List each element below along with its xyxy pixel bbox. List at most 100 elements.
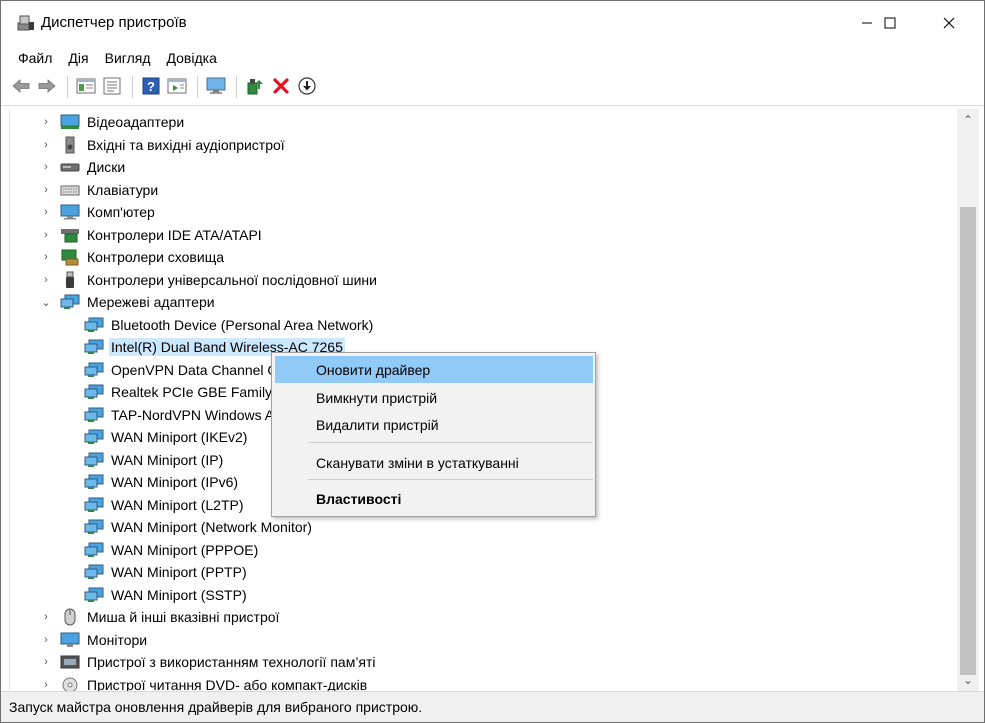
tree-category-label: Контролери універсальної послідовної шин… [87, 272, 377, 288]
scroll-up-icon[interactable]: ⌃ [957, 109, 979, 131]
properties-button[interactable] [100, 75, 124, 99]
scrollbar-thumb[interactable] [960, 207, 976, 675]
tree-category-label: Мережеві адаптери [87, 294, 215, 310]
chevron-right-icon[interactable]: › [40, 201, 52, 223]
tree-device[interactable]: WAN Miniport (Network Monitor) [84, 516, 314, 538]
tree-device[interactable]: WAN Miniport (SSTP) [84, 584, 249, 606]
tree-category[interactable]: › Клавіатури [40, 179, 160, 201]
tree-category[interactable]: › Вхідні та вихідні аудіопристрої [40, 134, 287, 156]
menu-help[interactable]: Довідка [159, 47, 225, 69]
tree-category-label: Комп'ютер [87, 204, 155, 220]
status-text: Запуск майстра оновлення драйверів для в… [9, 699, 423, 715]
tree-device-label: WAN Miniport (IP) [111, 452, 224, 468]
tree-category-label: Відеоадаптери [87, 114, 185, 130]
tree-category-label: Пристрої читання DVD- або компакт-дисків [87, 677, 368, 691]
back-icon [11, 78, 31, 97]
enable-device-button[interactable] [295, 75, 319, 99]
back-button[interactable] [9, 75, 33, 99]
menu-item-update-driver[interactable]: Оновити драйвер [275, 356, 593, 383]
maximize-button[interactable] [867, 1, 913, 45]
tree-device[interactable]: WAN Miniport (PPTP) [84, 561, 249, 583]
chevron-down-icon[interactable]: ⌄ [40, 291, 52, 313]
keyboard-icon [60, 181, 80, 199]
menu-action[interactable]: Дія [60, 47, 96, 69]
display-adapter-icon [60, 113, 80, 131]
dvd-drive-icon [60, 676, 80, 691]
tree-category[interactable]: › Монітори [40, 629, 149, 651]
network-adapter-icon [84, 406, 104, 424]
tree-category[interactable]: › Миша й інші вказівні пристрої [40, 606, 281, 628]
tree-device[interactable]: WAN Miniport (IP) [84, 449, 225, 471]
network-adapter-icon [84, 563, 104, 581]
menu-item-scan-hardware[interactable]: Сканувати зміни в устаткуванні [275, 449, 593, 476]
tree-category-expanded[interactable]: ⌄ Мережеві адаптери [40, 291, 217, 313]
monitor-icon [60, 631, 80, 649]
tree-category[interactable]: › Пристрої читання DVD- або компакт-диск… [40, 674, 369, 691]
tree-category[interactable]: › Пристрої з використанням технології па… [40, 651, 378, 673]
menu-item-properties[interactable]: Властивості [275, 485, 593, 512]
scroll-down-icon[interactable]: ⌄ [957, 669, 979, 691]
chevron-right-icon[interactable]: › [40, 651, 52, 673]
tree-category-label: Клавіатури [87, 182, 159, 198]
action-pane-button[interactable] [165, 75, 189, 99]
vertical-scrollbar[interactable]: ⌃ ⌄ [957, 109, 979, 691]
toolbar-separator [197, 76, 198, 98]
chevron-right-icon[interactable]: › [40, 269, 52, 291]
tree-category[interactable]: › Комп'ютер [40, 201, 157, 223]
tree-device-label: WAN Miniport (PPTP) [111, 564, 247, 580]
chevron-right-icon[interactable]: › [40, 134, 52, 156]
tree-device[interactable]: WAN Miniport (L2TP) [84, 494, 246, 516]
tree-category-label: Вхідні та вихідні аудіопристрої [87, 137, 285, 153]
network-adapter-icon [84, 428, 104, 446]
chevron-right-icon[interactable]: › [40, 606, 52, 628]
menu-view[interactable]: Вигляд [97, 47, 159, 69]
chevron-right-icon[interactable]: › [40, 629, 52, 651]
svg-text:?: ? [147, 79, 155, 94]
toolbar: ? [1, 71, 984, 103]
chevron-right-icon[interactable]: › [40, 111, 52, 133]
chevron-right-icon[interactable]: › [40, 246, 52, 268]
tree-device-label: WAN Miniport (SSTP) [111, 587, 247, 603]
scan-hardware-button[interactable] [204, 75, 228, 99]
toolbar-separator [132, 76, 133, 98]
network-adapter-icon [84, 316, 104, 334]
forward-button[interactable] [35, 75, 59, 99]
memory-technology-icon [60, 653, 80, 671]
tree-category[interactable]: › Диски [40, 156, 127, 178]
network-adapter-icon [84, 383, 104, 401]
tree-device[interactable]: Bluetooth Device (Personal Area Network) [84, 314, 375, 336]
status-bar: Запуск майстра оновлення драйверів для в… [1, 691, 984, 722]
tree-device[interactable]: WAN Miniport (IKEv2) [84, 426, 249, 448]
tree-category[interactable]: › Контролери сховища [40, 246, 226, 268]
network-adapter-icon [60, 293, 80, 311]
chevron-right-icon[interactable]: › [40, 674, 52, 691]
tree-category-label: Пристрої з використанням технології пам’… [87, 654, 376, 670]
tree-category[interactable]: › Контролери універсальної послідовної ш… [40, 269, 379, 291]
tree-category-label: Контролери сховища [87, 249, 224, 265]
tree-device[interactable]: WAN Miniport (IPv6) [84, 471, 240, 493]
computer-monitor-icon [205, 77, 227, 98]
uninstall-device-button[interactable] [269, 75, 293, 99]
menu-file[interactable]: Файл [10, 47, 60, 69]
network-adapter-icon [84, 518, 104, 536]
update-driver-button[interactable] [243, 75, 267, 99]
tree-device-label: WAN Miniport (IKEv2) [111, 429, 248, 445]
help-button[interactable]: ? [139, 75, 163, 99]
chevron-right-icon[interactable]: › [40, 224, 52, 246]
show-hide-console-tree-button[interactable] [74, 75, 98, 99]
tree-category[interactable]: › Відеоадаптери [40, 111, 186, 133]
show-hide-console-tree-icon [76, 77, 96, 98]
window-title: Диспетчер пристроїв [41, 14, 187, 31]
device-manager-icon [17, 14, 35, 32]
network-adapter-icon [84, 473, 104, 491]
menu-item-uninstall-device[interactable]: Видалити пристрій [275, 411, 593, 438]
chevron-right-icon[interactable]: › [40, 179, 52, 201]
tree-device-label: Bluetooth Device (Personal Area Network) [111, 317, 374, 333]
close-button[interactable] [926, 1, 972, 45]
tree-category[interactable]: › Контролери IDE ATA/ATAPI [40, 224, 264, 246]
context-menu: Оновити драйвер Вимкнути пристрій Видали… [271, 352, 596, 517]
chevron-right-icon[interactable]: › [40, 156, 52, 178]
tree-device[interactable]: WAN Miniport (PPPOE) [84, 539, 260, 561]
menu-item-disable-device[interactable]: Вимкнути пристрій [275, 384, 593, 411]
title-bar[interactable]: Диспетчер пристроїв [1, 1, 984, 45]
